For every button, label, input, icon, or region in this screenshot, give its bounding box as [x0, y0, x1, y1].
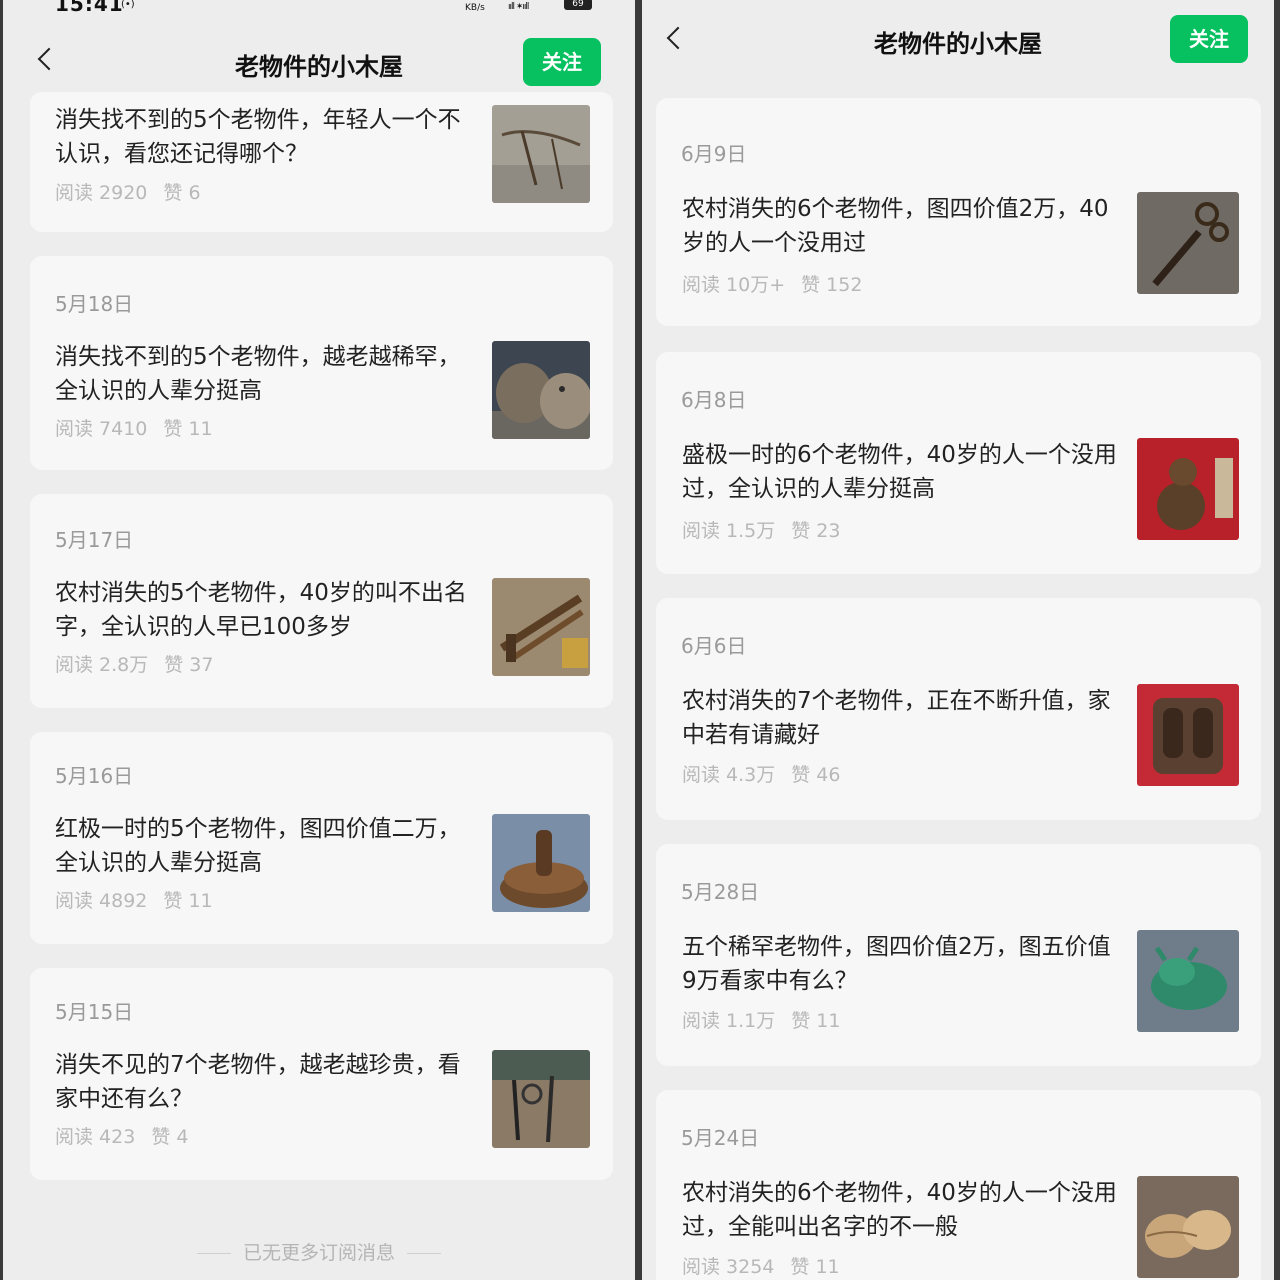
article-stats: 阅读 1.5万赞 23	[682, 516, 840, 543]
article-thumbnail[interactable]	[492, 814, 590, 912]
read-count: 阅读 2920	[55, 182, 148, 204]
like-count: 赞 46	[791, 764, 841, 786]
article-date: 6月9日	[681, 142, 747, 166]
article-title[interactable]: 消失找不到的5个老物件，越老越稀罕，全认识的人辈分挺高	[55, 340, 475, 408]
article-thumbnail[interactable]	[1137, 684, 1239, 786]
like-count: 赞 23	[791, 520, 841, 542]
article-title[interactable]: 农村消失的6个老物件，图四价值2万，40岁的人一个没用过	[682, 192, 1118, 260]
article-thumbnail[interactable]	[1137, 930, 1239, 1032]
old-tool-image	[492, 105, 590, 203]
read-count: 阅读 4.3万	[682, 764, 776, 786]
stone-balls-image	[492, 341, 590, 439]
divider	[196, 1253, 231, 1254]
article-card[interactable]: 5月24日 农村消失的6个老物件，40岁的人一个没用过，全能叫出名字的不一般 阅…	[656, 1090, 1261, 1280]
wooden-stamp-image	[492, 814, 590, 912]
header: 老物件的小木屋 关注	[642, 10, 1274, 70]
article-card[interactable]: 5月17日 农村消失的5个老物件，40岁的叫不出名字，全认识的人早已100多岁 …	[30, 494, 613, 708]
status-time: 15:41	[55, 0, 124, 16]
article-stats: 阅读 423 赞 4	[55, 1122, 188, 1149]
iron-tools-image	[492, 1050, 590, 1148]
article-thumbnail[interactable]	[492, 341, 590, 439]
article-stats: 阅读 4892 赞 11	[55, 886, 213, 913]
article-date: 5月24日	[681, 1126, 760, 1150]
article-stats: 阅读 10万+ 赞 152	[682, 270, 862, 297]
footer-text: 已无更多订阅消息	[242, 1242, 395, 1264]
like-count: 赞 4	[151, 1126, 189, 1148]
like-count: 赞 11	[163, 418, 213, 440]
wooden-block-image	[1137, 684, 1239, 786]
read-count: 阅读 10万+	[682, 274, 786, 296]
article-stats: 阅读 7410 赞 11	[55, 414, 213, 441]
article-thumbnail[interactable]	[1137, 1176, 1239, 1278]
article-date: 5月17日	[55, 528, 134, 552]
right-screenshot: 老物件的小木屋 关注 6月9日 农村消失的6个老物件，图四价值2万，40岁的人一…	[642, 0, 1274, 1280]
article-date: 5月18日	[55, 292, 134, 316]
network-speed: KB/s	[465, 3, 485, 13]
read-count: 阅读 1.1万	[682, 1010, 776, 1032]
article-date: 6月8日	[681, 388, 747, 412]
article-card[interactable]: 6月6日 农村消失的7个老物件，正在不断升值，家中若有请藏好 阅读 4.3万赞 …	[656, 598, 1261, 820]
article-card[interactable]: 5月18日 消失找不到的5个老物件，越老越稀罕，全认识的人辈分挺高 阅读 741…	[30, 256, 613, 470]
article-thumbnail[interactable]	[1137, 438, 1239, 540]
like-count: 赞 37	[164, 654, 214, 676]
article-card[interactable]: 5月16日 红极一时的5个老物件，图四价值二万，全认识的人辈分挺高 阅读 489…	[30, 732, 613, 944]
article-date: 5月15日	[55, 1000, 134, 1024]
read-count: 阅读 2.8万	[55, 654, 149, 676]
article-card[interactable]: 6月9日 农村消失的6个老物件，图四价值2万，40岁的人一个没用过 阅读 10万…	[656, 98, 1261, 326]
like-count: 赞 11	[163, 890, 213, 912]
article-thumbnail[interactable]	[492, 1050, 590, 1148]
article-title[interactable]: 农村消失的7个老物件，正在不断升值，家中若有请藏好	[682, 684, 1118, 752]
read-count: 阅读 1.5万	[682, 520, 776, 542]
battery-icon: 69	[564, 0, 592, 10]
article-title[interactable]: 农村消失的6个老物件，40岁的人一个没用过，全能叫出名字的不一般	[682, 1176, 1118, 1244]
read-count: 阅读 423	[55, 1126, 136, 1148]
no-more-messages: 已无更多订阅消息	[3, 1238, 635, 1265]
article-stats: 阅读 2.8万赞 37	[55, 650, 213, 677]
jade-animal-image	[1137, 930, 1239, 1032]
article-card[interactable]: 6月8日 盛极一时的6个老物件，40岁的人一个没用过，全认识的人辈分挺高 阅读 …	[656, 352, 1261, 574]
article-card[interactable]: 消失找不到的5个老物件，年轻人一个不认识，看您还记得哪个？ 阅读 2920 赞 6	[30, 92, 613, 232]
article-thumbnail[interactable]	[492, 578, 590, 676]
divider	[407, 1253, 441, 1254]
article-title[interactable]: 消失找不到的5个老物件，年轻人一个不认识，看您还记得哪个？	[55, 103, 475, 171]
article-date: 5月28日	[681, 880, 760, 904]
like-count: 赞 11	[790, 1256, 840, 1278]
article-title[interactable]: 消失不见的7个老物件，越老越珍贵，看家中还有么？	[55, 1048, 475, 1116]
article-title[interactable]: 红极一时的5个老物件，图四价值二万，全认识的人辈分挺高	[55, 812, 475, 880]
article-title[interactable]: 盛极一时的6个老物件，40岁的人一个没用过，全认识的人辈分挺高	[682, 438, 1118, 506]
gourd-image	[1137, 438, 1239, 540]
article-thumbnail[interactable]	[492, 105, 590, 203]
article-card[interactable]: 5月15日 消失不见的7个老物件，越老越珍贵，看家中还有么？ 阅读 423 赞 4	[30, 968, 613, 1180]
read-count: 阅读 3254	[682, 1256, 775, 1278]
chain-tool-image	[1137, 192, 1239, 294]
article-date: 5月16日	[55, 764, 134, 788]
follow-button[interactable]: 关注	[1170, 15, 1248, 63]
left-screenshot: 15:41 (•) KB/s ııll ✶ııll 69 老物件的小木屋 关注 …	[3, 0, 635, 1280]
article-date: 6月6日	[681, 634, 747, 658]
signal-icon: ııll ✶ııll	[508, 2, 529, 12]
article-stats: 阅读 1.1万赞 11	[682, 1006, 840, 1033]
like-count: 赞 152	[801, 274, 863, 296]
article-card[interactable]: 5月28日 五个稀罕老物件，图四价值2万，图五价值9万看家中有么？ 阅读 1.1…	[656, 844, 1261, 1066]
wooden-tool-image	[492, 578, 590, 676]
read-count: 阅读 7410	[55, 418, 148, 440]
read-count: 阅读 4892	[55, 890, 148, 912]
like-count: 赞 6	[163, 182, 201, 204]
status-bar: 15:41 (•) KB/s ııll ✶ııll 69	[3, 0, 635, 16]
like-count: 赞 11	[791, 1010, 841, 1032]
article-stats: 阅读 4.3万赞 46	[682, 760, 840, 787]
follow-button[interactable]: 关注	[523, 38, 601, 86]
hotspot-icon: (•)	[121, 0, 135, 10]
wooden-bowls-image	[1137, 1176, 1239, 1278]
article-thumbnail[interactable]	[1137, 192, 1239, 294]
header: 老物件的小木屋 关注	[3, 33, 635, 93]
article-stats: 阅读 3254 赞 11	[682, 1252, 840, 1279]
article-stats: 阅读 2920 赞 6	[55, 178, 201, 205]
article-title[interactable]: 五个稀罕老物件，图四价值2万，图五价值9万看家中有么？	[682, 930, 1118, 998]
article-title[interactable]: 农村消失的5个老物件，40岁的叫不出名字，全认识的人早已100多岁	[55, 576, 475, 644]
